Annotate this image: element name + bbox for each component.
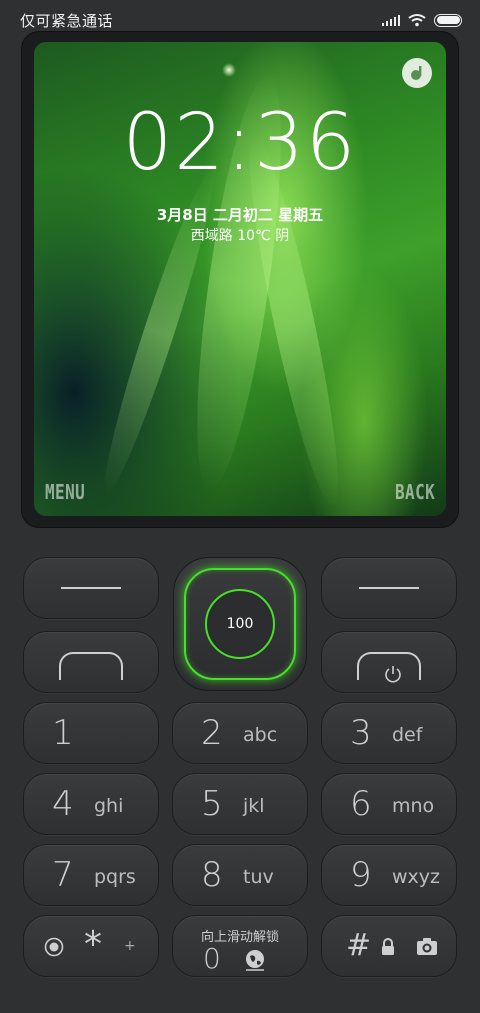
key-digit: 3 xyxy=(350,713,372,753)
key-9[interactable]: 9 wxyz xyxy=(321,844,457,906)
weather-text: 西域路 10℃ 阴 xyxy=(190,228,290,244)
record-icon xyxy=(44,937,64,957)
key-7[interactable]: 7 pqrs xyxy=(23,844,159,906)
lock-screen-wallpaper[interactable]: 02:36 3月8日 二月初二 星期五 西域路 10℃ 阴 MENU BACK xyxy=(34,42,446,516)
date-text: 3月8日 二月初二 星期五 xyxy=(156,206,324,224)
key-letters: abc xyxy=(243,724,278,747)
key-2[interactable]: 2 abc xyxy=(172,702,308,764)
power-icon xyxy=(385,666,401,683)
key-4[interactable]: 4 ghi xyxy=(23,773,159,835)
clock-time: 02:36 xyxy=(122,98,358,188)
key-8[interactable]: 8 tuv xyxy=(172,844,308,906)
lock-icon xyxy=(382,938,394,955)
camera-icon xyxy=(417,938,437,955)
key-digit: 5 xyxy=(201,784,223,824)
center-dpad-button[interactable]: 100 xyxy=(173,557,307,691)
key-6[interactable]: 6 mno xyxy=(321,773,457,835)
key-letters: mno xyxy=(392,795,435,818)
right-softkey-button[interactable] xyxy=(321,557,457,619)
globe-icon xyxy=(246,950,264,971)
key-0-unlock[interactable]: 向上滑动解锁 0 xyxy=(172,915,308,977)
star-symbol: * xyxy=(84,924,102,965)
call-button[interactable] xyxy=(23,631,159,693)
key-hash[interactable]: # xyxy=(321,915,457,977)
key-1[interactable]: 1 xyxy=(23,702,159,764)
key-letters: wxyz xyxy=(392,866,441,889)
key-letters: ghi xyxy=(94,795,124,818)
key-digit: 0 xyxy=(203,942,221,975)
key-digit: 8 xyxy=(201,855,223,895)
key-digit: 2 xyxy=(201,713,223,753)
battery-icon xyxy=(434,13,462,27)
unlock-hint: 向上滑动解锁 xyxy=(200,930,279,945)
signal-icon xyxy=(382,14,400,26)
music-note-icon[interactable] xyxy=(402,58,432,88)
key-5[interactable]: 5 jkl xyxy=(172,773,308,835)
key-star[interactable]: * + xyxy=(23,915,159,977)
dash-icon xyxy=(61,587,121,589)
key-letters: tuv xyxy=(243,866,274,889)
softkey-back[interactable]: BACK xyxy=(395,480,435,504)
carrier-status-text: 仅可紧急通话 xyxy=(20,11,114,30)
light-spot xyxy=(222,63,236,77)
wifi-icon xyxy=(408,14,426,27)
left-softkey-button[interactable] xyxy=(23,557,159,619)
plus-symbol: + xyxy=(124,938,136,954)
dpad-counter: 100 xyxy=(205,589,275,659)
key-3[interactable]: 3 def xyxy=(321,702,457,764)
softkey-menu[interactable]: MENU xyxy=(45,480,85,504)
key-letters: pqrs xyxy=(94,866,136,889)
key-digit: 4 xyxy=(52,784,74,824)
key-digit: 6 xyxy=(350,784,372,824)
call-handset-icon xyxy=(59,652,123,680)
hash-symbol: # xyxy=(346,928,372,963)
key-digit: 7 xyxy=(52,855,74,895)
key-digit: 9 xyxy=(350,855,372,895)
key-letters: jkl xyxy=(243,795,265,818)
dash-icon xyxy=(359,587,419,589)
end-call-button[interactable] xyxy=(321,631,457,693)
key-digit: 1 xyxy=(52,713,74,753)
key-letters: def xyxy=(392,724,423,747)
